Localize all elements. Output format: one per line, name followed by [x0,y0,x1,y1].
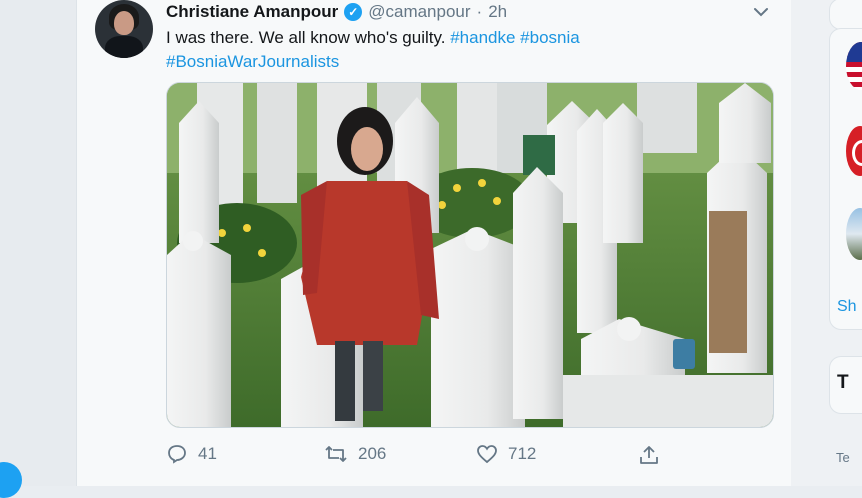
author-handle[interactable]: @camanpour [368,2,470,22]
tweet-photo[interactable] [166,82,774,428]
sidebar-card-top [829,0,862,30]
retweet-count: 206 [358,444,387,463]
hashtag-bosnia[interactable]: #bosnia [520,28,580,47]
reply-count: 41 [198,444,217,463]
like-count: 712 [508,444,537,463]
terms-link[interactable]: Te [836,450,850,465]
hashtag-bosnia-war-journalists[interactable]: #BosniaWarJournalists [166,52,339,71]
verified-badge-icon: ✓ [344,3,363,21]
like-button[interactable]: 712 [476,444,536,464]
left-nav-gutter [0,0,76,486]
heart-icon [477,445,497,464]
author-name[interactable]: Christiane Amanpour [166,2,338,22]
header-separator: · [476,2,483,21]
show-more-link[interactable]: Sh [837,298,857,316]
reply-icon [168,445,186,464]
author-avatar[interactable] [95,0,153,58]
chevron-down-icon[interactable] [753,4,769,21]
flag-canton [846,42,862,62]
avatar-body [105,36,143,58]
trends-heading: T [837,372,849,393]
share-button[interactable] [638,444,660,466]
reply-button[interactable]: 41 [166,444,217,464]
tweet-actions: 41 206 712 [166,444,686,468]
tweet-header: Christiane Amanpour ✓ @camanpour · 2h [166,0,507,24]
right-sidebar: Sh T Te [791,0,862,486]
retweet-button[interactable]: 206 [324,444,386,464]
tweet-body-text: I was there. We all know who's guilty. [166,28,446,47]
tweet[interactable]: Christiane Amanpour ✓ @camanpour · 2h I … [76,0,792,486]
tweet-text: I was there. We all know who's guilty. #… [166,26,766,74]
logo-ring [852,140,862,166]
avatar-face [114,11,134,35]
hashtag-handke[interactable]: #handke [450,28,515,47]
retweet-icon [325,446,347,462]
tweet-timestamp[interactable]: 2h [488,2,507,22]
memorial-photo [167,83,773,427]
share-icon [640,446,658,464]
